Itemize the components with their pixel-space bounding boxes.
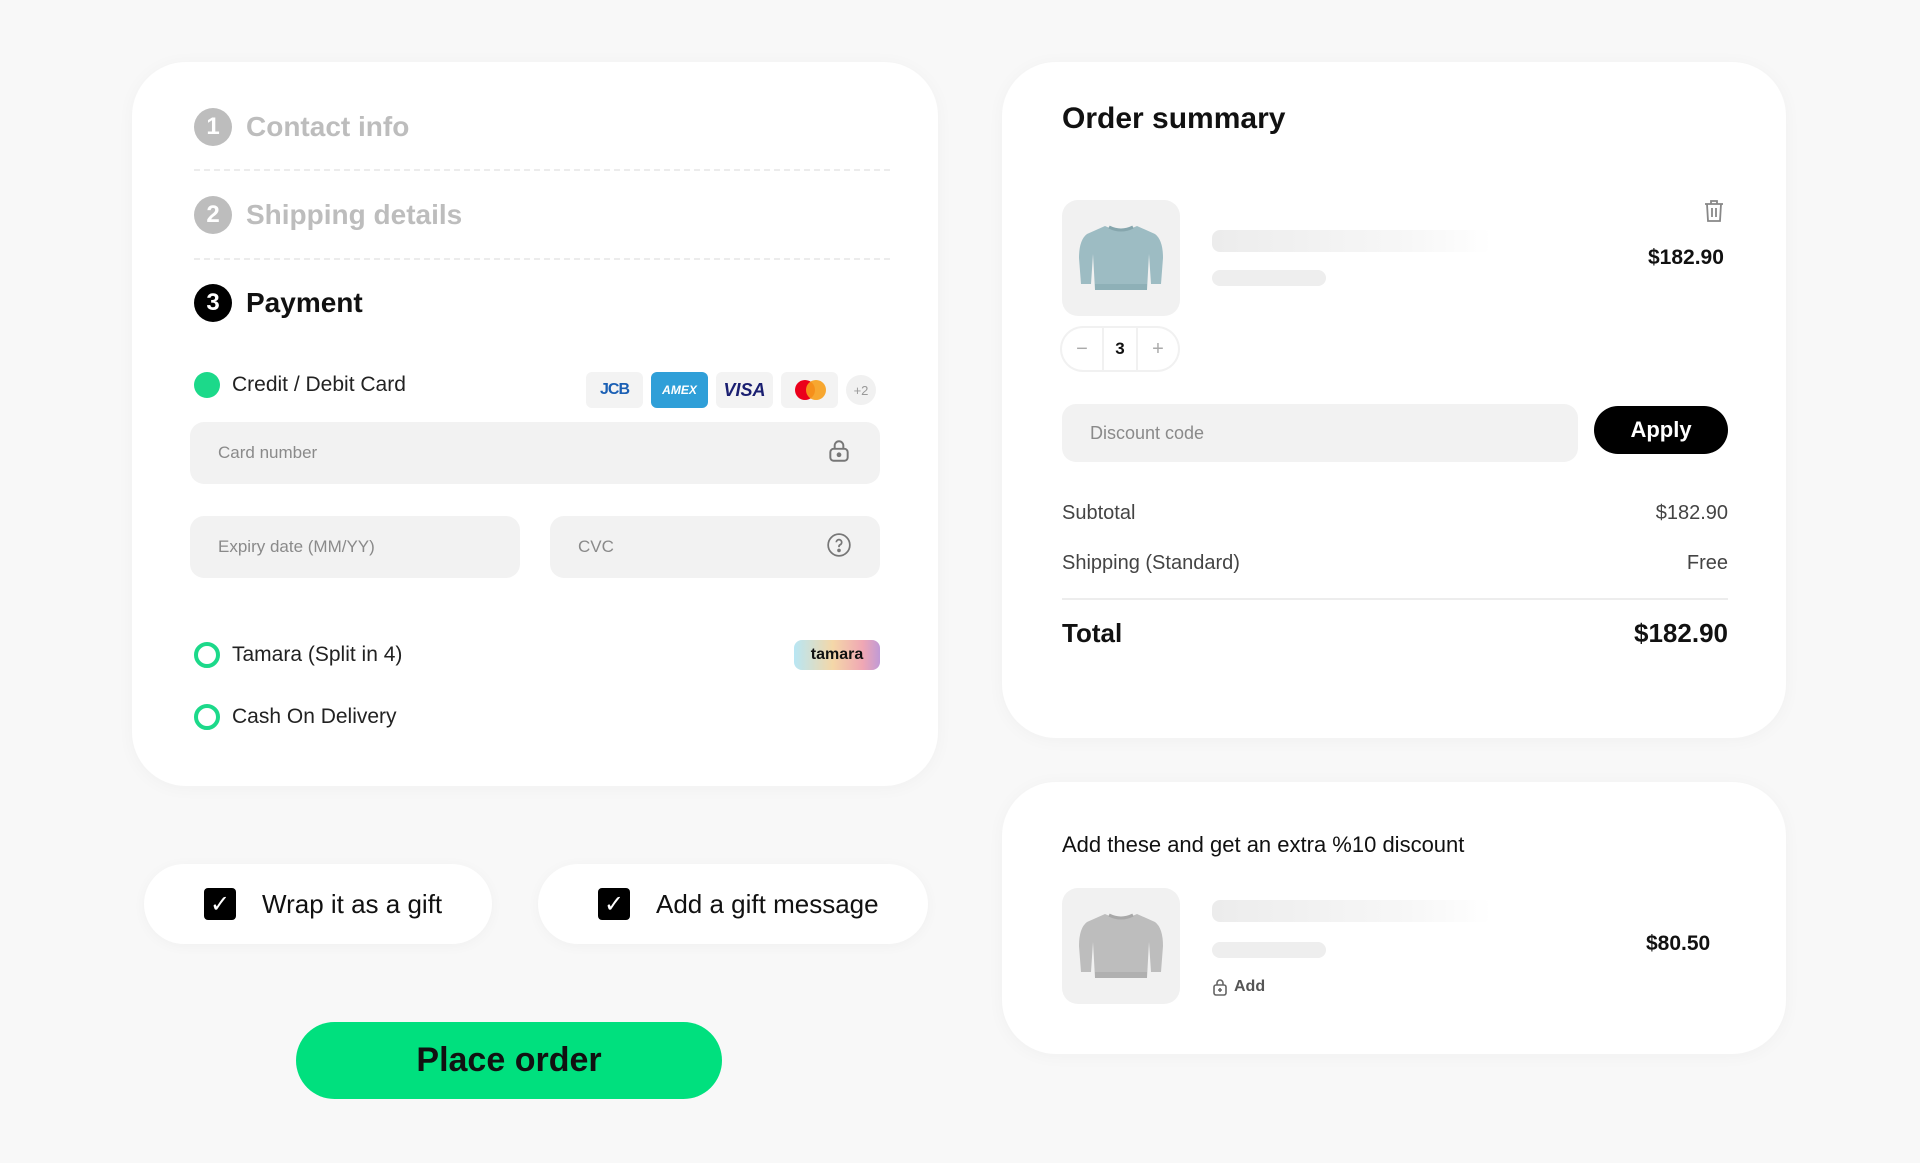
add-label: Add [1234, 978, 1266, 995]
subtotal-row: Subtotal $182.90 [1062, 502, 1728, 525]
upsell-price: $80.50 [1646, 932, 1711, 955]
apply-button[interactable]: Apply [1594, 406, 1728, 454]
payment-option-label: Tamara (Split in 4) [232, 643, 403, 666]
step-label: Payment [246, 287, 363, 318]
jcb-logo: JCB [586, 372, 643, 408]
total-value: $182.90 [1634, 618, 1728, 648]
step-divider [194, 258, 890, 260]
step-number: 1 [194, 108, 232, 146]
radio-unselected[interactable] [194, 642, 220, 668]
step-shipping-details[interactable]: 2 Shipping details [194, 196, 462, 234]
payment-option-label: Credit / Debit Card [232, 373, 406, 396]
shipping-label: Shipping (Standard) [1062, 552, 1240, 574]
step-number: 2 [194, 196, 232, 234]
subtotal-value: $182.90 [1655, 502, 1728, 524]
card-number-input[interactable]: Card number [190, 422, 880, 484]
product-thumbnail[interactable] [1062, 200, 1180, 316]
step-payment[interactable]: 3 Payment [194, 284, 363, 322]
total-row: Total $182.90 [1062, 618, 1728, 649]
product-name-placeholder [1212, 230, 1492, 252]
payment-option-cod[interactable]: Cash On Delivery [194, 704, 397, 730]
order-summary-title: Order summary [1062, 102, 1286, 135]
trash-icon[interactable] [1702, 198, 1726, 229]
card-brands: JCB AMEX VISA +2 [586, 372, 876, 408]
checkbox-checked[interactable]: ✓ [598, 888, 630, 920]
decrement-button[interactable]: − [1074, 338, 1090, 361]
cvc-input[interactable]: CVC [550, 516, 880, 578]
upsell-card: Add these and get an extra %10 discount … [1002, 782, 1786, 1054]
step-divider [194, 169, 890, 171]
payment-option-tamara[interactable]: Tamara (Split in 4) [194, 642, 402, 668]
quantity-value[interactable]: 3 [1102, 328, 1138, 370]
step-contact-info[interactable]: 1 Contact info [194, 108, 409, 146]
step-label: Shipping details [246, 199, 463, 230]
more-brands-badge: +2 [846, 375, 876, 405]
add-upsell-button[interactable]: Add [1212, 978, 1265, 996]
total-label: Total [1062, 618, 1123, 648]
checkbox-checked[interactable]: ✓ [204, 888, 236, 920]
summary-divider [1062, 598, 1728, 600]
mastercard-logo [781, 372, 838, 408]
radio-unselected[interactable] [194, 704, 220, 730]
product-variant-placeholder [1212, 270, 1326, 286]
place-order-button[interactable]: Place order [296, 1022, 722, 1099]
cvc-placeholder: CVC [578, 537, 614, 556]
order-summary-card: Order summary $182.90 − 3 + Apply Subtot… [1002, 62, 1786, 738]
gift-message-label: Add a gift message [656, 888, 879, 919]
tamara-logo: tamara [794, 640, 880, 670]
product-price: $182.90 [1648, 246, 1724, 269]
sweater-icon [1079, 225, 1163, 290]
gift-message-option[interactable]: ✓ Add a gift message [538, 864, 928, 944]
wrap-gift-label: Wrap it as a gift [262, 888, 443, 919]
lock-icon [826, 438, 852, 469]
shipping-value: Free [1686, 552, 1728, 574]
discount-code-input[interactable] [1062, 404, 1578, 462]
subtotal-label: Subtotal [1062, 502, 1136, 524]
upsell-variant-placeholder [1212, 942, 1326, 958]
upsell-title: Add these and get an extra %10 discount [1062, 832, 1465, 857]
sweater-icon [1079, 913, 1163, 978]
checkout-card: 1 Contact info 2 Shipping details 3 Paym… [132, 62, 938, 786]
step-label: Contact info [246, 111, 410, 142]
upsell-name-placeholder [1212, 900, 1492, 922]
visa-logo: VISA [716, 372, 773, 408]
expiry-placeholder: Expiry date (MM/YY) [218, 537, 375, 556]
shipping-row: Shipping (Standard) Free [1062, 552, 1728, 575]
amex-logo: AMEX [651, 372, 708, 408]
payment-option-label: Cash On Delivery [232, 705, 397, 728]
wrap-gift-option[interactable]: ✓ Wrap it as a gift [144, 864, 492, 944]
card-number-placeholder: Card number [218, 443, 318, 462]
upsell-product-thumbnail[interactable] [1062, 888, 1180, 1004]
lock-add-icon [1213, 979, 1227, 996]
increment-button[interactable]: + [1150, 338, 1166, 361]
expiry-date-input[interactable]: Expiry date (MM/YY) [190, 516, 520, 578]
radio-selected[interactable] [194, 372, 220, 398]
payment-option-card[interactable]: Credit / Debit Card [194, 372, 406, 398]
quantity-stepper: − 3 + [1062, 328, 1178, 370]
help-icon[interactable] [826, 532, 852, 563]
step-number: 3 [194, 284, 232, 322]
